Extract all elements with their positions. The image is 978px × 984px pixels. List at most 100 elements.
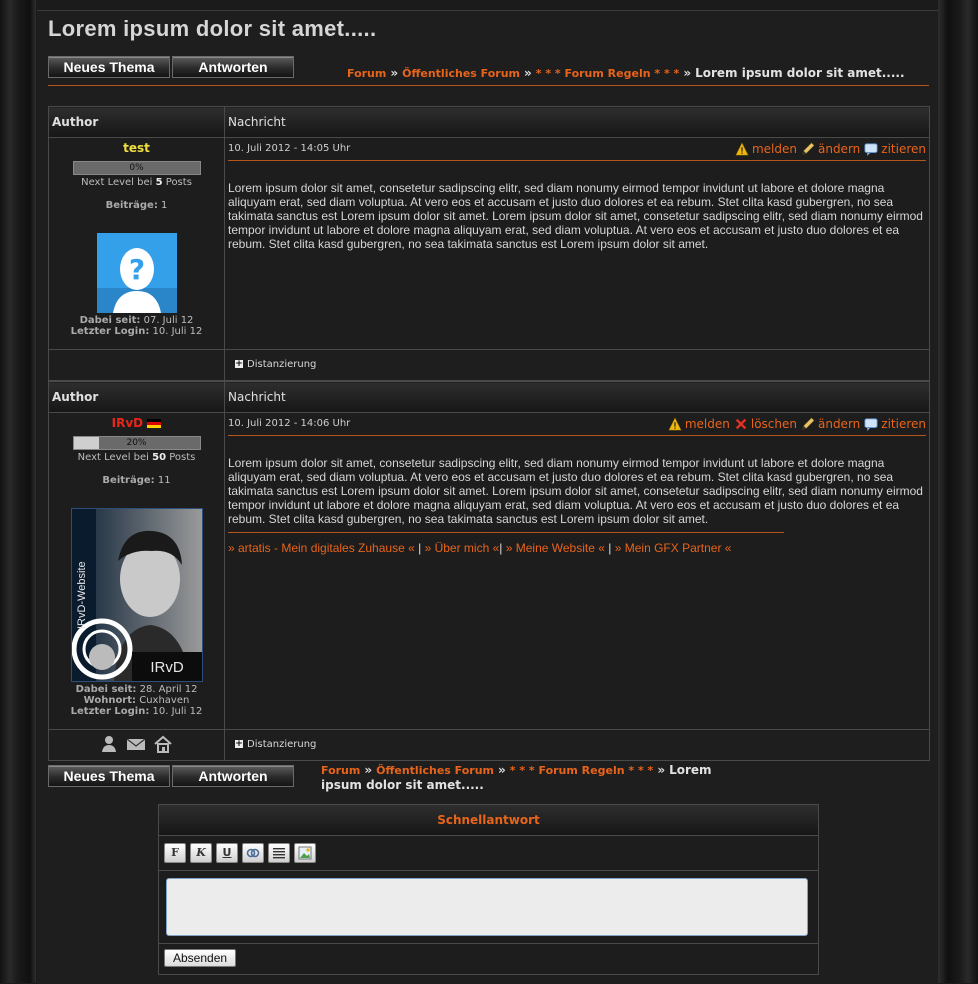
breadcrumb-current-line1: Lorem (669, 763, 712, 777)
post-table-1: Author Nachricht test 0% Next Level bei … (48, 106, 930, 381)
edit-button[interactable]: ändern (801, 413, 860, 435)
edit-button[interactable]: ändern (801, 138, 860, 160)
italic-button[interactable]: K (190, 843, 212, 863)
breadcrumb-separator: » (524, 66, 532, 80)
reply-button-bottom[interactable]: Antworten (172, 765, 294, 787)
message-header: Nachricht (224, 106, 930, 138)
post-date: 10. Juli 2012 - 14:06 Uhr (228, 418, 351, 429)
breadcrumb-separator: » (390, 66, 399, 80)
next-level-text: Next Level bei 50 Posts (49, 452, 224, 463)
post-date: 10. Juli 2012 - 14:05 Uhr (228, 143, 351, 154)
quote-button[interactable]: zitieren (864, 138, 926, 160)
distancing-label: Distanzierung (247, 359, 317, 370)
user-avatar: IRvD-Website IRvD (70, 508, 203, 682)
distancing-toggle[interactable]: + Distanzierung (224, 349, 930, 381)
last-login-value: 10. Juli 12 (152, 326, 203, 337)
distancing-label: Distanzierung (247, 739, 317, 750)
member-since-label: Dabei seit: (75, 684, 137, 695)
pencil-icon (802, 417, 815, 430)
next-level-text: Next Level bei 5 Posts (49, 177, 224, 188)
breadcrumb-forum[interactable]: Forum (321, 764, 360, 777)
author-header: Author (48, 106, 225, 138)
breadcrumb-public-forum[interactable]: Öffentliches Forum (402, 67, 520, 80)
breadcrumb-current: Lorem ipsum dolor sit amet..... (695, 66, 905, 80)
new-thread-button-bottom[interactable]: Neues Thema (48, 765, 170, 787)
default-avatar: ? (96, 233, 177, 313)
username-link[interactable]: IRvD (112, 416, 144, 430)
plus-icon: + (235, 359, 243, 369)
align-button[interactable] (268, 843, 290, 863)
last-login: Letzter Login: 10. Juli 12 (49, 326, 224, 337)
breadcrumb: Forum» Öffentliches Forum» * * * Forum Reg… (347, 66, 905, 80)
svg-text:?: ? (128, 253, 144, 286)
level-percent: 20% (126, 438, 147, 448)
avatar-photo-icon: IRvD-Website IRvD (71, 509, 202, 681)
member-since: Dabei seit: 07. Juli 12 (49, 315, 224, 326)
quick-reply-panel: Schnellantwort F K U Absenden (158, 804, 819, 975)
delete-x-icon (735, 418, 747, 430)
next-level-suffix: Posts (165, 177, 192, 188)
quote-button[interactable]: zitieren (864, 413, 926, 435)
breadcrumb-separator: » (657, 763, 666, 777)
avatar-bottom-text: IRvD (150, 659, 184, 676)
member-since-label: Dabei seit: (79, 315, 141, 326)
level-bar: 0% (72, 161, 201, 175)
username[interactable]: test (49, 141, 224, 155)
new-thread-button[interactable]: Neues Thema (48, 56, 170, 78)
mail-icon[interactable] (126, 735, 146, 753)
speech-bubble-icon (864, 418, 878, 431)
breadcrumb-forum[interactable]: Forum (347, 67, 386, 80)
reply-textarea[interactable] (166, 878, 808, 936)
report-button[interactable]: melden (668, 413, 730, 435)
send-button[interactable]: Absenden (164, 949, 237, 967)
link-button[interactable] (242, 843, 264, 863)
post-count: Beiträge: 11 (49, 475, 224, 486)
signature-link-about[interactable]: » Über mich « (425, 541, 500, 555)
divider (48, 85, 929, 86)
breadcrumb-separator: » (498, 763, 506, 777)
distancing-toggle[interactable]: + Distanzierung (224, 729, 930, 761)
post-body: Lorem ipsum dolor sit amet, consetetur s… (228, 456, 923, 526)
bold-button[interactable]: F (164, 843, 186, 863)
post-body: Lorem ipsum dolor sit amet, consetetur s… (228, 181, 923, 251)
underline-button[interactable]: U (216, 843, 238, 863)
report-button[interactable]: melden (735, 138, 797, 160)
warning-icon (668, 417, 682, 431)
speech-bubble-icon (864, 143, 878, 156)
level-bar: 20% (72, 436, 201, 450)
delete-label: löschen (750, 417, 797, 431)
post-actions: melden ändern zitieren (735, 138, 926, 160)
member-since-value: 28. April 12 (139, 684, 198, 695)
plus-icon: + (235, 739, 243, 749)
post-count-value: 11 (157, 475, 171, 486)
profile-icon[interactable] (100, 735, 118, 753)
home-icon[interactable] (153, 735, 173, 753)
next-level-posts: 50 (152, 452, 167, 463)
next-level-prefix: Next Level bei (77, 452, 149, 463)
signature-link-artatis[interactable]: » artatis - Mein digitales Zuhause « (228, 541, 415, 555)
delete-button[interactable]: löschen (734, 413, 797, 435)
breadcrumb-current-line2: ipsum dolor sit amet..... (321, 778, 484, 792)
breadcrumb-public-forum[interactable]: Öffentliches Forum (376, 764, 494, 777)
signature-link-website[interactable]: » Meine Website « (506, 541, 605, 555)
reply-button[interactable]: Antworten (172, 56, 294, 78)
breadcrumb-forum-rules[interactable]: * * * Forum Regeln * * * (536, 67, 680, 80)
breadcrumb-forum-rules[interactable]: * * * Forum Regeln * * * (510, 764, 654, 777)
post-meta: 10. Juli 2012 - 14:05 Uhr melden ändern … (228, 138, 926, 161)
level-percent: 0% (129, 163, 144, 173)
edit-label: ändern (817, 142, 861, 156)
avatar-silhouette-icon: ? (96, 233, 177, 313)
next-level-suffix: Posts (169, 452, 196, 463)
image-button[interactable] (294, 843, 316, 863)
post-count: Beiträge: 1 (49, 200, 224, 211)
warning-icon (735, 142, 749, 156)
post-actions: melden löschen ändern zitieren (668, 413, 926, 435)
level-bar-fill (73, 437, 99, 449)
next-level-posts: 5 (155, 177, 163, 188)
user-info: test 0% Next Level bei 5 Posts Beiträge:… (48, 137, 225, 350)
message-cell: 10. Juli 2012 - 14:05 Uhr melden ändern … (224, 137, 930, 350)
signature-link-gfx-partner[interactable]: » Mein GFX Partner « (615, 541, 732, 555)
report-label: melden (751, 142, 797, 156)
pencil-icon (802, 142, 815, 155)
user-info: IRvD 20% Next Level bei 50 Posts Beiträg… (48, 412, 225, 730)
